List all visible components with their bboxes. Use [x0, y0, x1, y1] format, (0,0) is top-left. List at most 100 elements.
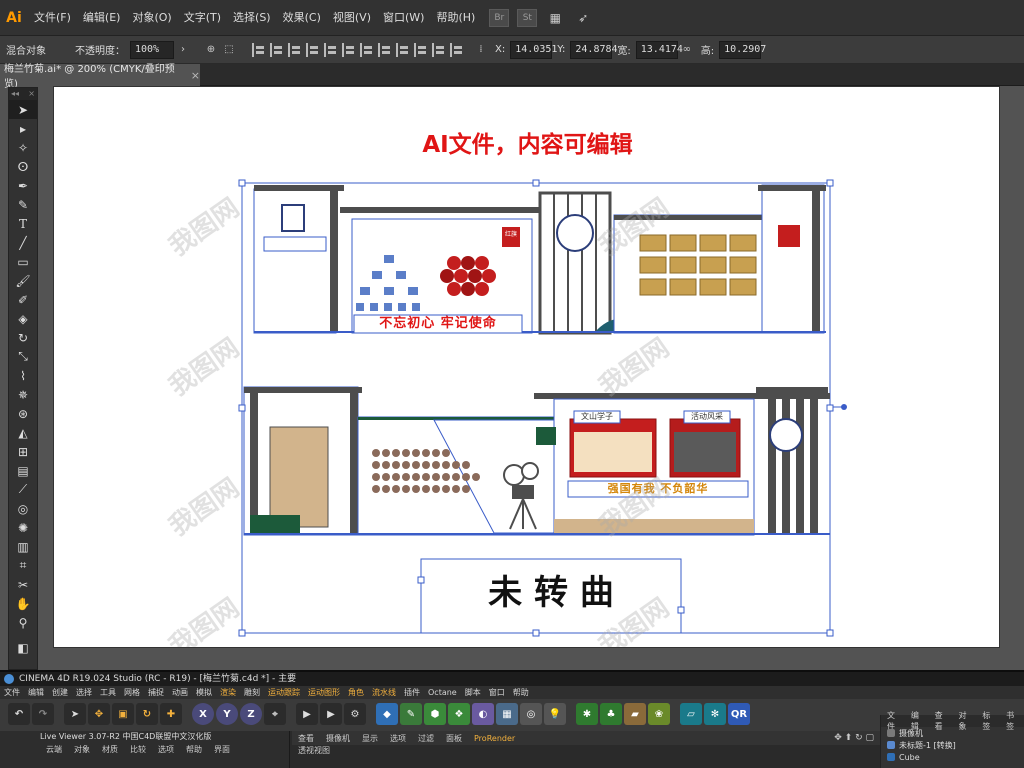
document-tab[interactable]: 梅兰竹菊.ai* @ 200% (CMYK/叠印预览) ×: [0, 64, 200, 90]
opacity-field[interactable]: 100%: [130, 40, 174, 59]
pen-spline-icon[interactable]: ✎: [400, 703, 422, 725]
c4d-menu-simulate[interactable]: 模拟: [192, 686, 216, 699]
gpu-rocket-icon[interactable]: ➶: [573, 9, 593, 27]
c4d-menu-edit[interactable]: 编辑: [24, 686, 48, 699]
viewport-menu-panel[interactable]: 面板: [440, 733, 468, 744]
width-field[interactable]: 13.4174: [635, 40, 683, 59]
menu-type[interactable]: 文字(T): [178, 0, 227, 36]
add-object-icon[interactable]: ✚: [160, 703, 182, 725]
camera-icon[interactable]: ◎: [520, 703, 542, 725]
distribute-top-icon[interactable]: [360, 42, 374, 57]
distribute-middle-icon[interactable]: [378, 42, 392, 57]
align-left-icon[interactable]: [252, 42, 266, 57]
recolor-globe-icon[interactable]: ⊕: [202, 41, 220, 59]
artboard[interactable]: AI文件，内容可编辑 不忘初心 牢记使命 强国有我 不负韶华 文山学子 活动风采…: [53, 86, 1000, 648]
live-select-icon[interactable]: ➤: [64, 703, 86, 725]
qr-icon[interactable]: QR: [728, 703, 750, 725]
object-row-cube[interactable]: Cube: [881, 751, 1024, 763]
c4d-menu-motion-tracking[interactable]: 运动跟踪: [264, 686, 304, 699]
c4d-menu-tools[interactable]: 工具: [96, 686, 120, 699]
object-menu-bookmarks[interactable]: 书签: [1000, 710, 1024, 732]
viewport-menu-view[interactable]: 查看: [292, 733, 320, 744]
align-to-selection-icon[interactable]: ⬚: [220, 41, 238, 59]
hand-tool-icon[interactable]: ✋: [9, 594, 37, 613]
distribute-left-icon[interactable]: [414, 42, 428, 57]
viewport-menu-options[interactable]: 选项: [384, 733, 412, 744]
perspective-grid-tool-icon[interactable]: ◭: [9, 423, 37, 442]
reference-point-icon[interactable]: ⁞: [472, 41, 490, 59]
live-viewer-tab-materials[interactable]: 材质: [96, 744, 124, 755]
zoom-tool-icon[interactable]: ⚲: [9, 613, 37, 632]
eraser-tool-icon[interactable]: ◈: [9, 309, 37, 328]
link-proportions-icon[interactable]: ∞: [678, 41, 696, 59]
object-menu-tags[interactable]: 标签: [976, 710, 1000, 732]
live-viewer-tab-interface[interactable]: 界面: [208, 744, 236, 755]
object-menu-objects[interactable]: 对象: [952, 710, 976, 732]
render-to-picture-viewer-icon[interactable]: ▶: [320, 703, 342, 725]
shape-builder-tool-icon[interactable]: ⊛: [9, 404, 37, 423]
warp-tool-icon[interactable]: ⌇: [9, 366, 37, 385]
paintbrush-tool-icon[interactable]: 🖌: [9, 271, 37, 290]
distribute-right-icon[interactable]: [450, 42, 464, 57]
align-middle-icon[interactable]: [324, 42, 338, 57]
c4d-menu-octane[interactable]: Octane: [424, 686, 461, 699]
deformer-icon[interactable]: ◐: [472, 703, 494, 725]
workspace-grid-icon[interactable]: ▦: [545, 9, 565, 27]
rotate-icon[interactable]: ↻: [136, 703, 158, 725]
live-viewer-tab-options[interactable]: 选项: [152, 744, 180, 755]
redo-icon[interactable]: ↷: [32, 703, 54, 725]
flower-icon[interactable]: ❀: [648, 703, 670, 725]
c4d-menu-window[interactable]: 窗口: [485, 686, 509, 699]
artboard-tool-icon[interactable]: ⌗: [9, 556, 37, 575]
light-icon[interactable]: 💡: [544, 703, 566, 725]
distribute-bottom-icon[interactable]: [396, 42, 410, 57]
shaper-tool-icon[interactable]: ✐: [9, 290, 37, 309]
c4d-menu-pipeline[interactable]: 流水线: [368, 686, 400, 699]
z-axis-button[interactable]: Z: [240, 703, 262, 725]
x-field[interactable]: 14.0351: [510, 40, 557, 59]
menu-file[interactable]: 文件(F): [28, 0, 77, 36]
cube-icon[interactable]: ◆: [376, 703, 398, 725]
floor-icon[interactable]: ▦: [496, 703, 518, 725]
menu-object[interactable]: 对象(O): [126, 0, 177, 36]
close-icon[interactable]: ×: [191, 69, 200, 82]
line-tool-icon[interactable]: ╱: [9, 233, 37, 252]
viewport-menu-filter[interactable]: 过滤: [412, 733, 440, 744]
gradient-tool-icon[interactable]: ▤: [9, 461, 37, 480]
undo-icon[interactable]: ↶: [8, 703, 30, 725]
height-field[interactable]: 10.2907: [719, 40, 766, 59]
viewport-menu-prorender[interactable]: ProRender: [468, 734, 521, 743]
document-canvas[interactable]: AI文件，内容可编辑 不忘初心 牢记使命 强国有我 不负韶华 文山学子 活动风采…: [40, 86, 1024, 670]
menu-window[interactable]: 窗口(W): [377, 0, 430, 36]
rotate-tool-icon[interactable]: ↻: [9, 328, 37, 347]
stock-icon[interactable]: St: [517, 8, 538, 27]
eyedropper-tool-icon[interactable]: ⟋: [9, 480, 37, 499]
scale-tool-icon[interactable]: ⤡: [9, 347, 37, 366]
menu-help[interactable]: 帮助(H): [430, 0, 481, 36]
c4d-menu-select[interactable]: 选择: [72, 686, 96, 699]
bridge-icon[interactable]: Br: [489, 8, 510, 27]
direct-selection-tool-icon[interactable]: ▸: [9, 119, 37, 138]
coordinate-system-icon[interactable]: ⌖: [264, 703, 286, 725]
lasso-tool-icon[interactable]: ⵙ: [9, 157, 37, 176]
c4d-menu-file[interactable]: 文件: [0, 686, 24, 699]
fill-stroke-swatch-icon[interactable]: ◧: [9, 638, 37, 657]
y-axis-button[interactable]: Y: [216, 703, 238, 725]
align-top-icon[interactable]: [306, 42, 320, 57]
column-graph-tool-icon[interactable]: ▥: [9, 537, 37, 556]
puppet-warp-tool-icon[interactable]: ✵: [9, 385, 37, 404]
octane-settings-icon[interactable]: ✻: [704, 703, 726, 725]
distribute-center-icon[interactable]: [432, 42, 446, 57]
c4d-menu-plugins[interactable]: 插件: [400, 686, 424, 699]
type-tool-icon[interactable]: T: [9, 214, 37, 233]
close-panel-icon[interactable]: ×: [28, 88, 35, 100]
align-bottom-icon[interactable]: [342, 42, 356, 57]
plugin-gear-icon[interactable]: ✱: [576, 703, 598, 725]
viewport-menu-display[interactable]: 显示: [356, 733, 384, 744]
live-viewer-tab-help[interactable]: 帮助: [180, 744, 208, 755]
c4d-menu-mesh[interactable]: 网格: [120, 686, 144, 699]
render-settings-icon[interactable]: ⚙: [344, 703, 366, 725]
curvature-tool-icon[interactable]: ✎: [9, 195, 37, 214]
c4d-menu-snap[interactable]: 捕捉: [144, 686, 168, 699]
move-icon[interactable]: ✥: [88, 703, 110, 725]
